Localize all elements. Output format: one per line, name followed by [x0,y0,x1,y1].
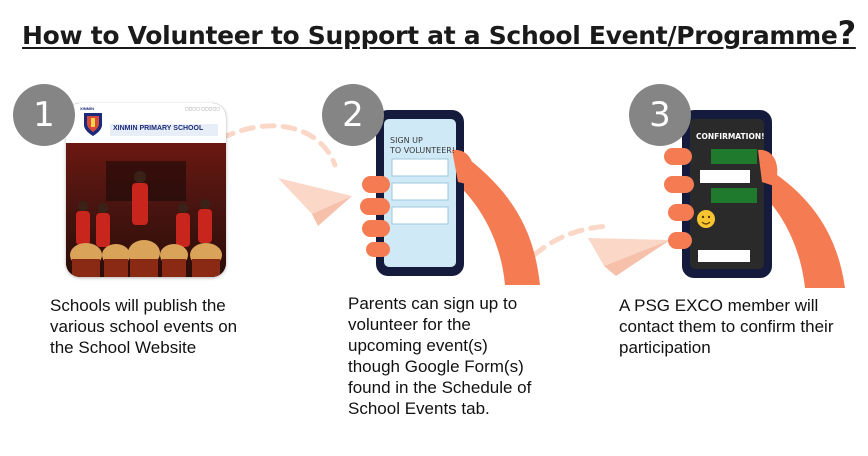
step-2-caption: Parents can sign up to volunteer for the… [348,293,531,419]
caption-line: the School Website [50,338,197,357]
step-3-caption: A PSG EXCO member will contact them to c… [619,295,833,358]
step-1-caption: Schools will publish the various school … [50,295,237,358]
caption-line: Schools will publish the [50,296,226,315]
step-3-badge: 3 [629,84,691,146]
drum-performance-image [70,161,222,277]
website-nav: ▢▢▢▢ ▢▢▢▢▢ [184,106,220,111]
caption-line: upcoming event(s) [348,336,488,355]
website-header: ▢▢▢▢ ▢▢▢▢▢ XINMIN XINMIN PRIMARY SCHOOL [66,103,226,143]
chat-bubble-white-2 [698,250,750,262]
confirmation-screen-heading: CONFIRMATION! [696,132,765,141]
signup-form-field-1 [391,158,449,177]
school-website-screenshot: ▢▢▢▢ ▢▢▢▢▢ XINMIN XINMIN PRIMARY SCHOOL [66,103,226,277]
caption-line: A PSG EXCO member will [619,296,819,315]
chat-bubble-green-1 [711,149,757,164]
signup-screen-heading: SIGN UP TO VOLUNTEER! [390,136,455,156]
chat-bubble-green-2 [711,188,757,203]
caption-line: participation [619,338,711,357]
chat-bubble-white-1 [700,170,750,183]
signup-form-field-3 [391,206,449,225]
signup-heading-line-2: TO VOLUNTEER! [390,146,456,155]
caption-line: though Google Form(s) [348,357,524,376]
step-2-badge: 2 [322,84,384,146]
caption-line: contact them to confirm their [619,317,834,336]
flight-path-1 [219,123,338,168]
school-crest-icon [84,113,102,136]
caption-line: found in the Schedule of [348,378,532,397]
smiley-emoji-icon [697,210,715,228]
step-1-badge: 1 [13,84,75,146]
paper-plane-1-icon [278,178,352,226]
signup-heading-line-1: SIGN UP [390,136,423,145]
school-name: XINMIN PRIMARY SCHOOL [113,125,204,132]
caption-line: Parents can sign up to [348,294,518,313]
caption-line: School Events tab. [348,399,490,418]
caption-line: volunteer for the [348,315,471,334]
performance-photo [66,143,226,277]
caption-line: various school events on [50,317,238,336]
signup-form-field-2 [391,182,449,201]
paper-plane-2-icon [588,238,670,276]
